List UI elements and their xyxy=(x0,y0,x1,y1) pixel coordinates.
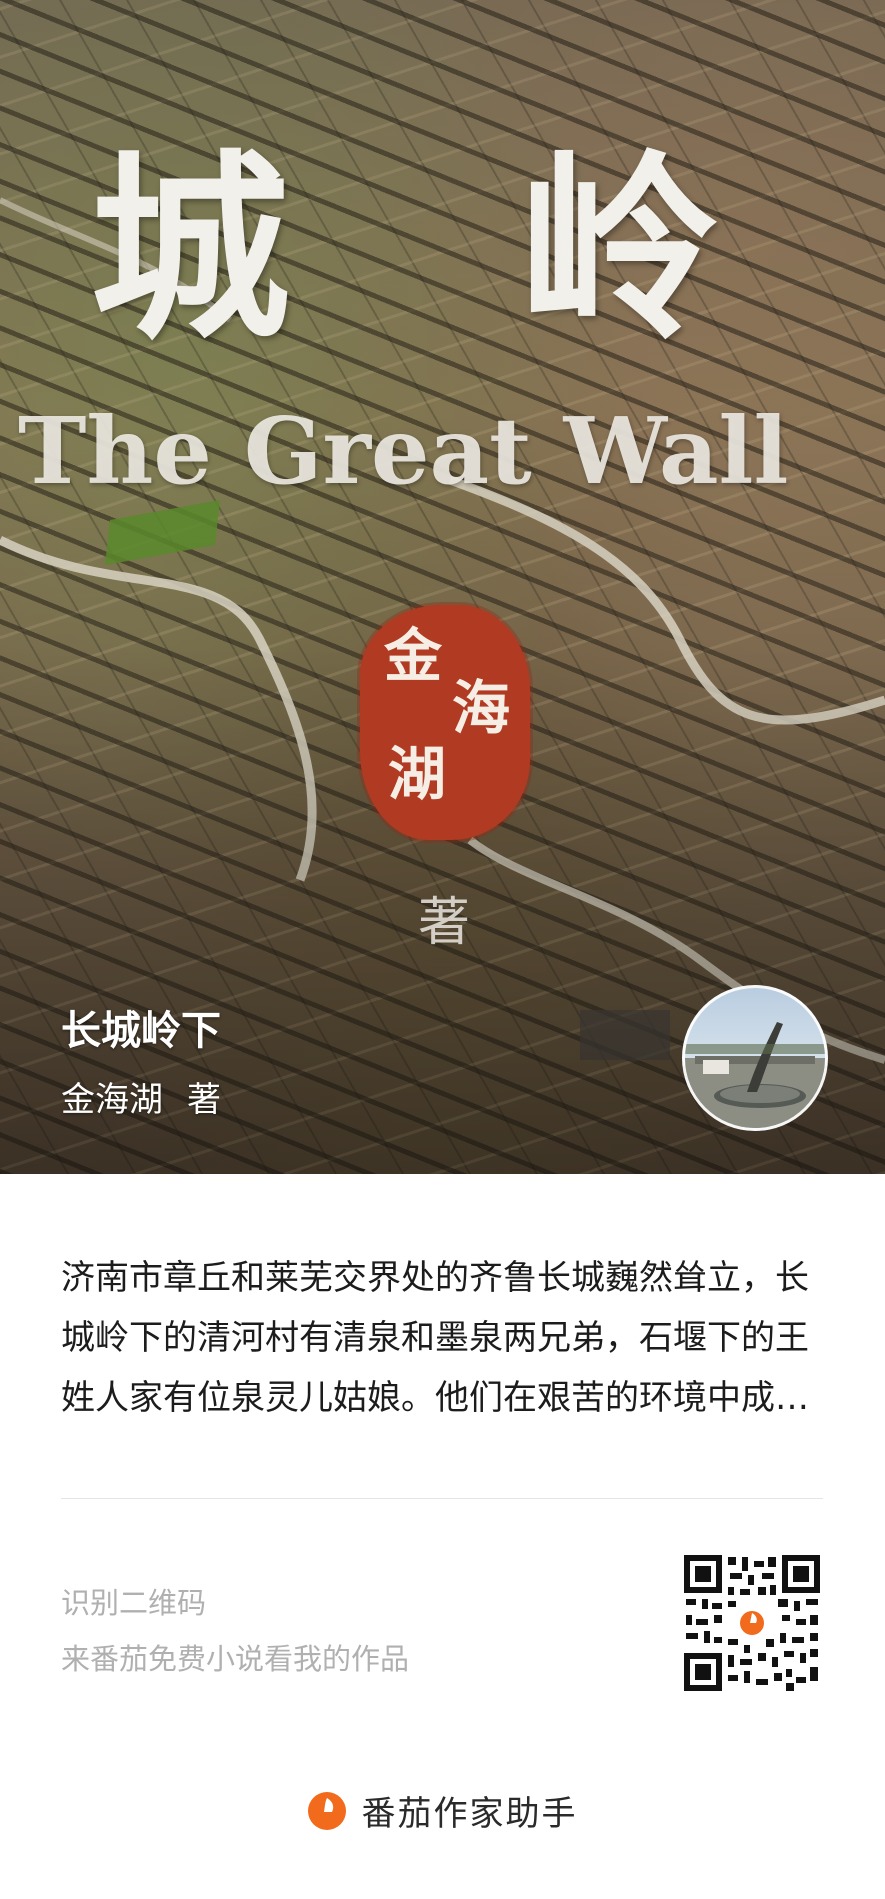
qr-instruction-line2: 来番茄免费小说看我的作品 xyxy=(61,1642,410,1676)
footer-brand: 番茄作家助手 xyxy=(0,1786,885,1835)
author-name: 金海湖 xyxy=(61,1080,163,1120)
cover-subtitle-text: The Great Wall xyxy=(18,397,789,505)
tomato-logo-icon xyxy=(307,1791,346,1830)
qr-code[interactable] xyxy=(682,1553,822,1693)
seal-char: 金 xyxy=(384,622,443,690)
qr-code-graphic xyxy=(682,1553,822,1693)
seal-char: 湖 xyxy=(388,740,447,808)
author-suffix: 著 xyxy=(187,1080,221,1120)
brand-name: 番茄作家助手 xyxy=(361,1794,578,1834)
cover-title-text: 城 岭 xyxy=(90,132,800,367)
book-synopsis: 济南市章丘和莱芜交界处的齐鲁长城巍然耸立，长城岭下的清河村有清泉和墨泉两兄弟，石… xyxy=(61,1258,809,1418)
cover-by-mark: 著 xyxy=(418,893,471,953)
qr-instruction-line1: 识别二维码 xyxy=(61,1586,207,1620)
author-seal-stamp: 金 海 湖 xyxy=(360,605,530,840)
author-avatar[interactable] xyxy=(682,985,828,1131)
avatar-photo-graphic xyxy=(685,1022,825,1128)
book-title: 长城岭下 xyxy=(61,1008,221,1054)
seal-char: 海 xyxy=(452,674,511,742)
section-divider xyxy=(61,1498,823,1499)
book-author: 金海湖著 xyxy=(61,1072,221,1121)
book-cover-banner: 城 岭 The Great Wall 金 海 湖 著 长城岭下 金海湖著 xyxy=(0,0,885,1174)
